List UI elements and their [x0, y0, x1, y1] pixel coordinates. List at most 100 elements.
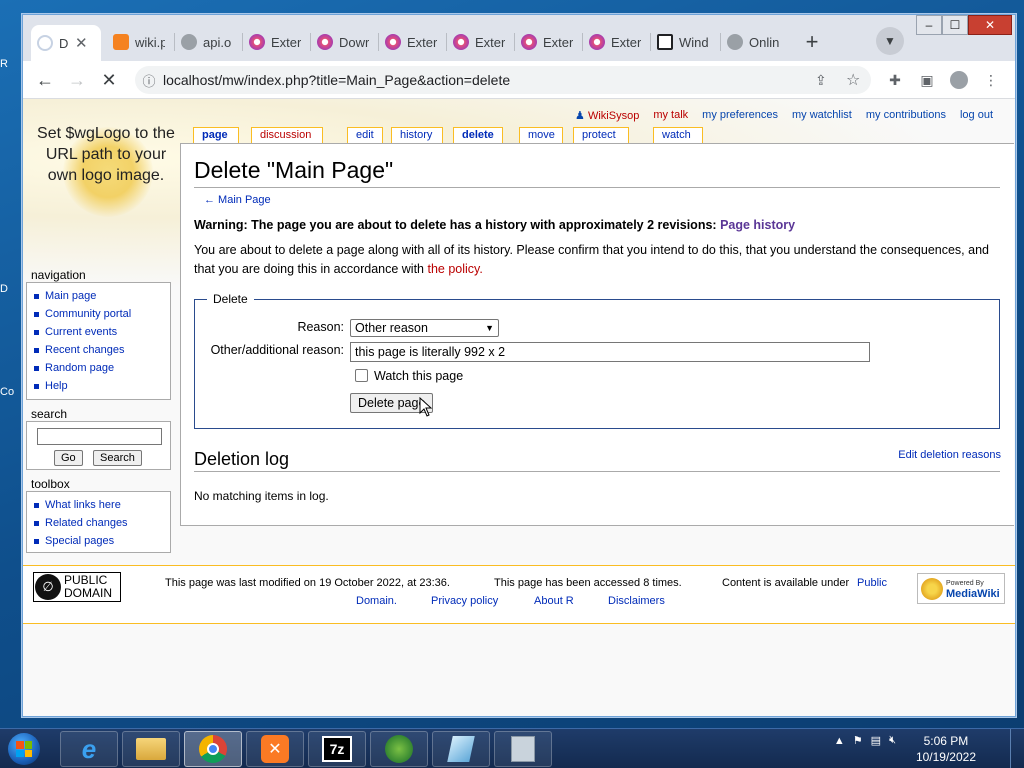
download-manager-icon	[385, 735, 413, 763]
log-out-link[interactable]: log out	[960, 109, 993, 122]
back-link[interactable]: ← Main Page	[204, 194, 271, 206]
other-reason-input[interactable]: this page is literally 992 x 2	[350, 342, 870, 362]
tab-watch[interactable]: watch	[653, 127, 703, 143]
nav-recent-changes[interactable]: Recent changes	[34, 341, 170, 359]
side-panel-button[interactable]: ▣	[913, 66, 941, 94]
license-link-cont[interactable]: Domain.	[356, 595, 397, 607]
reason-select[interactable]: Other reason ▼	[350, 319, 499, 337]
action-center-icon[interactable]: ⚑	[853, 734, 863, 747]
watch-label[interactable]: Watch this page	[374, 369, 463, 383]
minimize-button[interactable]: –	[916, 15, 942, 35]
stop-button[interactable]: ✕	[95, 66, 123, 94]
tab-edit[interactable]: edit	[347, 127, 383, 143]
close-window-button[interactable]: ✕	[968, 15, 1012, 35]
close-tab-icon[interactable]: ✕	[75, 34, 88, 52]
taskbar-download-manager[interactable]	[370, 731, 428, 767]
search-input[interactable]	[37, 428, 162, 445]
tool-related-changes[interactable]: Related changes	[34, 514, 170, 532]
extensions-button[interactable]: ✚	[881, 66, 909, 94]
mediawiki-sunflower-icon	[921, 577, 943, 600]
taskbar-file-explorer[interactable]	[122, 731, 180, 767]
clock[interactable]: 5:06 PM 10/19/2022	[916, 733, 976, 765]
menu-button[interactable]: ⋮	[977, 66, 1005, 94]
tool-what-links-here[interactable]: What links here	[34, 496, 170, 514]
tab[interactable]: Onlin	[721, 27, 787, 57]
policy-link[interactable]: the policy.	[427, 262, 482, 276]
extension-icon	[385, 34, 401, 50]
taskbar-chrome[interactable]	[184, 731, 242, 767]
clock-time: 5:06 PM	[923, 734, 969, 748]
tab[interactable]: api.o	[175, 27, 239, 57]
start-button[interactable]	[2, 730, 46, 768]
address-bar[interactable]: ⓘ localhost/mw/index.php?title=Main_Page…	[135, 66, 871, 94]
star-icon[interactable]: ☆	[846, 70, 860, 90]
my-watchlist-link[interactable]: my watchlist	[792, 109, 852, 122]
my-talk-link[interactable]: my talk	[653, 109, 688, 122]
user-link[interactable]: ♟ WikiSysop	[575, 109, 639, 122]
taskbar-7zip[interactable]: 7z	[308, 731, 366, 767]
profile-button[interactable]	[945, 66, 973, 94]
about-link[interactable]: About R	[534, 595, 574, 607]
show-hidden-icons-icon[interactable]: ▲	[834, 735, 845, 747]
page: Set $wgLogo to the URL path to your own …	[23, 99, 1015, 716]
info-icon[interactable]: ⓘ	[135, 71, 163, 90]
public-domain-badge[interactable]: ∅ PUBLIC DOMAIN	[33, 572, 121, 602]
xampp-icon	[113, 34, 129, 50]
privacy-policy-link[interactable]: Privacy policy	[431, 595, 498, 607]
tab-active[interactable]: D ✕	[31, 25, 101, 61]
side-panel-icon: ▣	[920, 71, 934, 88]
tab[interactable]: Exter	[379, 27, 443, 57]
new-tab-button[interactable]: +	[798, 28, 826, 56]
taskbar-app[interactable]	[494, 731, 552, 767]
nav-main-page[interactable]: Main page	[34, 287, 170, 305]
nav-help[interactable]: Help	[34, 377, 170, 395]
tab-history[interactable]: history	[391, 127, 443, 143]
disclaimers-link[interactable]: Disclaimers	[608, 595, 665, 607]
search-button[interactable]: Search	[93, 450, 142, 466]
nav-random-page[interactable]: Random page	[34, 359, 170, 377]
globe-icon	[181, 34, 197, 50]
tab[interactable]: Exter	[447, 27, 511, 57]
tab[interactable]: Exter	[243, 27, 307, 57]
network-icon[interactable]: ▤	[871, 734, 881, 747]
taskbar-internet-explorer[interactable]: e	[60, 731, 118, 767]
powered-by-mediawiki-badge[interactable]: Powered By MediaWiki	[917, 573, 1005, 604]
my-contributions-link[interactable]: my contributions	[866, 109, 946, 122]
page-title: Delete "Main Page"	[194, 157, 394, 183]
toolbox-portlet: What links here Related changes Special …	[26, 491, 171, 553]
tab-page[interactable]: page	[193, 127, 239, 143]
avatar-icon	[950, 71, 968, 89]
tab-strip: D ✕ wiki.p api.o Exter Dowr Exter Exter …	[23, 15, 1015, 61]
windows-logo-icon	[8, 733, 40, 765]
my-preferences-link[interactable]: my preferences	[702, 109, 778, 122]
tab[interactable]: Wind	[651, 27, 717, 57]
taskbar-xampp[interactable]: ✕	[246, 731, 304, 767]
show-desktop-button[interactable]	[1010, 729, 1024, 768]
license-link[interactable]: Public	[857, 577, 887, 589]
tool-special-pages[interactable]: Special pages	[34, 532, 170, 550]
taskbar-app[interactable]	[432, 731, 490, 767]
tab[interactable]: Exter	[583, 27, 647, 57]
share-icon[interactable]: ⇪	[815, 72, 827, 89]
page-history-link[interactable]: Page history	[720, 218, 795, 232]
nav-current-events[interactable]: Current events	[34, 323, 170, 341]
nav-community-portal[interactable]: Community portal	[34, 305, 170, 323]
maximize-button[interactable]: ☐	[942, 15, 968, 35]
chevron-down-icon: ▼	[884, 34, 896, 48]
tab-discussion[interactable]: discussion	[251, 127, 323, 143]
volume-muted-icon[interactable]: 🔇︎	[889, 734, 896, 747]
watch-checkbox[interactable]	[355, 369, 368, 382]
edit-deletion-reasons-link[interactable]: Edit deletion reasons	[898, 449, 1001, 461]
tab[interactable]: wiki.p	[107, 27, 171, 57]
back-button[interactable]: ←	[31, 66, 59, 94]
forward-button[interactable]: →	[63, 66, 91, 94]
go-button[interactable]: Go	[54, 450, 83, 466]
tab[interactable]: Exter	[515, 27, 579, 57]
tab[interactable]: Dowr	[311, 27, 375, 57]
site-logo[interactable]: Set $wgLogo to the URL path to your own …	[31, 123, 181, 186]
tab-delete[interactable]: delete	[453, 127, 503, 143]
tab-search-button[interactable]: ▼	[876, 27, 904, 55]
tab-move[interactable]: move	[519, 127, 563, 143]
tab-protect[interactable]: protect	[573, 127, 629, 143]
system-tray: ▲ ⚑ ▤ 🔇︎	[834, 734, 896, 747]
